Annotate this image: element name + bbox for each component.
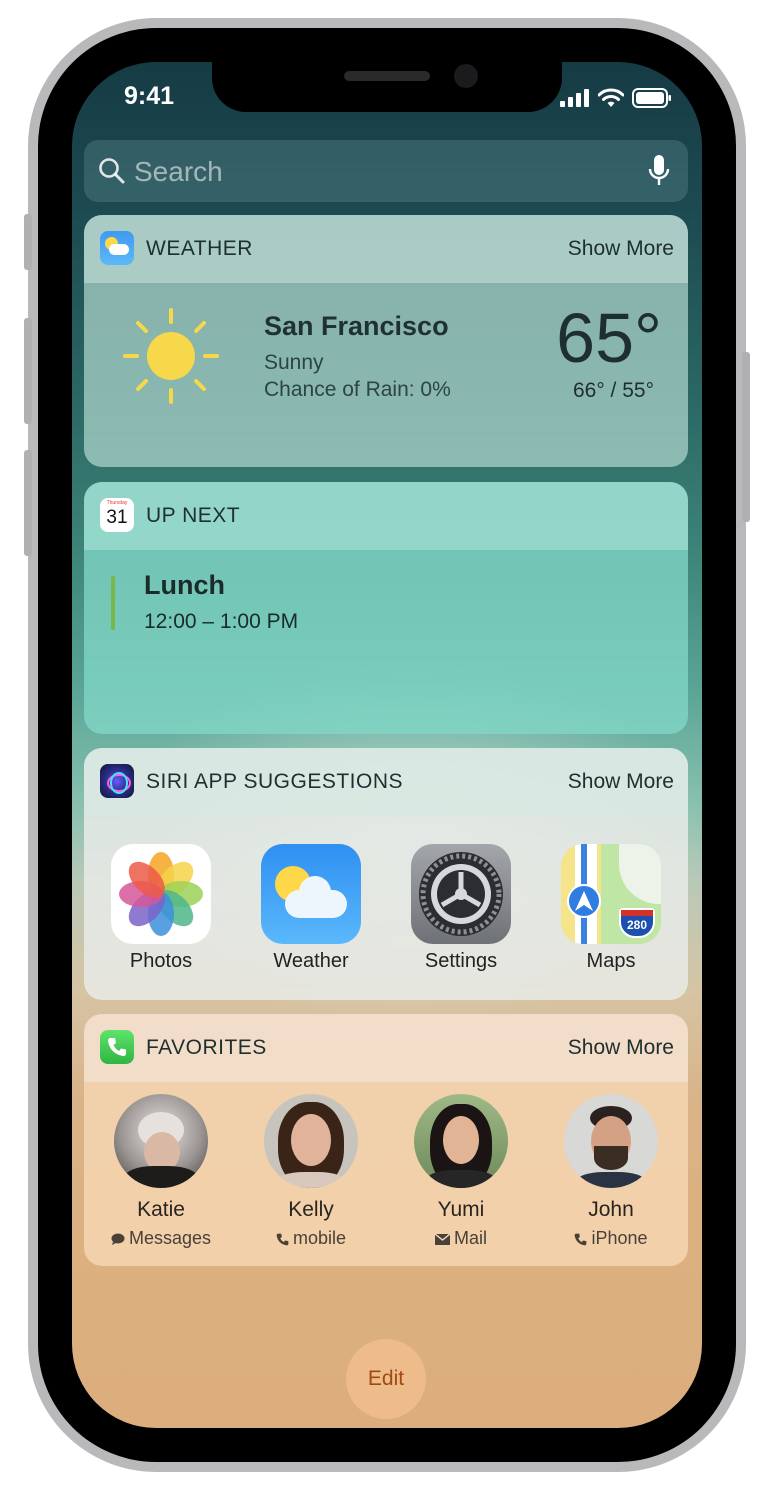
volume-down-button bbox=[24, 450, 32, 556]
weather-widget-header: WEATHER Show More bbox=[84, 215, 688, 283]
calendar-day-name: Thursday bbox=[106, 500, 128, 506]
avatar-katie bbox=[114, 1094, 208, 1188]
favorites-widget-header: FAVORITES Show More bbox=[84, 1014, 688, 1082]
contact-method-label-kelly: mobile bbox=[292, 1228, 347, 1248]
side-button bbox=[742, 352, 750, 522]
battery-icon bbox=[632, 88, 671, 108]
status-icons bbox=[560, 88, 672, 108]
contact-method-label-yumi: Mail bbox=[453, 1228, 487, 1248]
edit-button[interactable]: Edit bbox=[346, 1339, 426, 1419]
app-label-photos: Photos bbox=[129, 950, 193, 972]
weather-hi-lo: 66° / 55° bbox=[572, 379, 654, 402]
siri-show-more-button[interactable]: Show More bbox=[568, 770, 674, 794]
favorite-yumi[interactable]: Yumi Mail bbox=[386, 1094, 536, 1249]
app-label-weather: Weather bbox=[273, 950, 349, 972]
contact-method-kelly: mobile bbox=[236, 1228, 386, 1249]
favorites-widget[interactable]: FAVORITES Show More Katie Messages Kelly… bbox=[84, 1014, 688, 1266]
favorite-katie[interactable]: Katie Messages bbox=[86, 1094, 236, 1249]
phone-icon bbox=[575, 1233, 587, 1246]
calendar-day-number: 31 bbox=[106, 507, 128, 528]
search-bar[interactable]: Search bbox=[84, 140, 688, 202]
search-icon bbox=[99, 158, 125, 184]
siri-suggestions-widget[interactable]: SIRI APP SUGGESTIONS Show More Photos We… bbox=[84, 748, 688, 1000]
contact-name-yumi: Yumi bbox=[437, 1198, 485, 1221]
siri-widget-title: SIRI APP SUGGESTIONS bbox=[146, 770, 404, 793]
photos-icon bbox=[111, 844, 211, 944]
contact-name-katie: Katie bbox=[137, 1198, 185, 1221]
interstate-280-sign: 280 bbox=[619, 908, 655, 938]
favorite-john[interactable]: John iPhone bbox=[536, 1094, 686, 1249]
weather-show-more-button[interactable]: Show More bbox=[568, 237, 674, 261]
app-settings[interactable]: Settings bbox=[396, 844, 526, 973]
status-time: 9:41 bbox=[124, 82, 175, 110]
favorites-show-more-button[interactable]: Show More bbox=[568, 1036, 674, 1060]
favorite-kelly[interactable]: Kelly mobile bbox=[236, 1094, 386, 1249]
weather-widget-title: WEATHER bbox=[146, 237, 253, 260]
avatar-john bbox=[564, 1094, 658, 1188]
ring-silent-switch bbox=[24, 214, 32, 270]
contact-method-yumi: Mail bbox=[386, 1228, 536, 1249]
microphone-icon[interactable] bbox=[648, 154, 670, 188]
notch bbox=[212, 62, 562, 112]
event-time: 12:00 – 1:00 PM bbox=[144, 610, 299, 633]
contact-method-label-john: iPhone bbox=[591, 1228, 648, 1248]
cellular-signal-icon bbox=[560, 89, 589, 107]
envelope-icon bbox=[434, 1233, 451, 1245]
avatar-kelly bbox=[264, 1094, 358, 1188]
phone-app-icon bbox=[100, 1030, 134, 1064]
weather-condition: Sunny bbox=[264, 351, 324, 374]
event-color-bar bbox=[111, 576, 115, 630]
weather-small-icon bbox=[100, 231, 134, 265]
wifi-icon bbox=[598, 88, 624, 107]
contact-name-john: John bbox=[588, 1198, 634, 1221]
search-placeholder: Search bbox=[134, 156, 223, 187]
weather-widget[interactable]: WEATHER Show More San Francisco Sunny Ch… bbox=[84, 215, 688, 467]
app-weather[interactable]: Weather bbox=[246, 844, 376, 973]
front-camera bbox=[454, 64, 478, 88]
siri-widget-header: SIRI APP SUGGESTIONS Show More bbox=[84, 748, 688, 816]
siri-icon bbox=[100, 764, 134, 798]
app-photos[interactable]: Photos bbox=[96, 844, 226, 973]
weather-temperature: 65° bbox=[556, 299, 662, 377]
favorites-widget-title: FAVORITES bbox=[146, 1036, 267, 1059]
contact-name-kelly: Kelly bbox=[288, 1198, 334, 1221]
upnext-widget[interactable]: Thursday 31 UP NEXT Lunch 12:00 – 1:00 P… bbox=[84, 482, 688, 734]
app-label-maps: Maps bbox=[586, 950, 636, 972]
calendar-icon: Thursday 31 bbox=[100, 498, 134, 532]
weather-city: San Francisco bbox=[264, 311, 449, 341]
speaker-grille bbox=[344, 71, 430, 81]
sun-icon bbox=[123, 308, 219, 404]
upnext-widget-title: UP NEXT bbox=[146, 504, 241, 527]
volume-up-button bbox=[24, 318, 32, 424]
contact-method-label-katie: Messages bbox=[128, 1228, 212, 1248]
weather-app-icon bbox=[261, 844, 361, 944]
event-title[interactable]: Lunch bbox=[144, 570, 225, 601]
upnext-widget-header: Thursday 31 UP NEXT bbox=[84, 482, 688, 550]
maps-badge: 280 bbox=[626, 918, 648, 932]
weather-rain-chance: Chance of Rain: 0% bbox=[264, 378, 451, 401]
contact-method-katie: Messages bbox=[86, 1228, 236, 1249]
maps-icon: 280 bbox=[561, 844, 661, 944]
app-label-settings: Settings bbox=[424, 950, 498, 972]
message-bubble-icon bbox=[111, 1233, 125, 1246]
phone-icon bbox=[276, 1233, 289, 1246]
avatar-yumi bbox=[414, 1094, 508, 1188]
app-maps[interactable]: 280 Maps bbox=[546, 844, 676, 973]
settings-gear-icon bbox=[411, 844, 511, 944]
contact-method-john: iPhone bbox=[536, 1228, 686, 1249]
screen: 9:41 Search WEATHER Show More San Franci… bbox=[72, 62, 702, 1428]
